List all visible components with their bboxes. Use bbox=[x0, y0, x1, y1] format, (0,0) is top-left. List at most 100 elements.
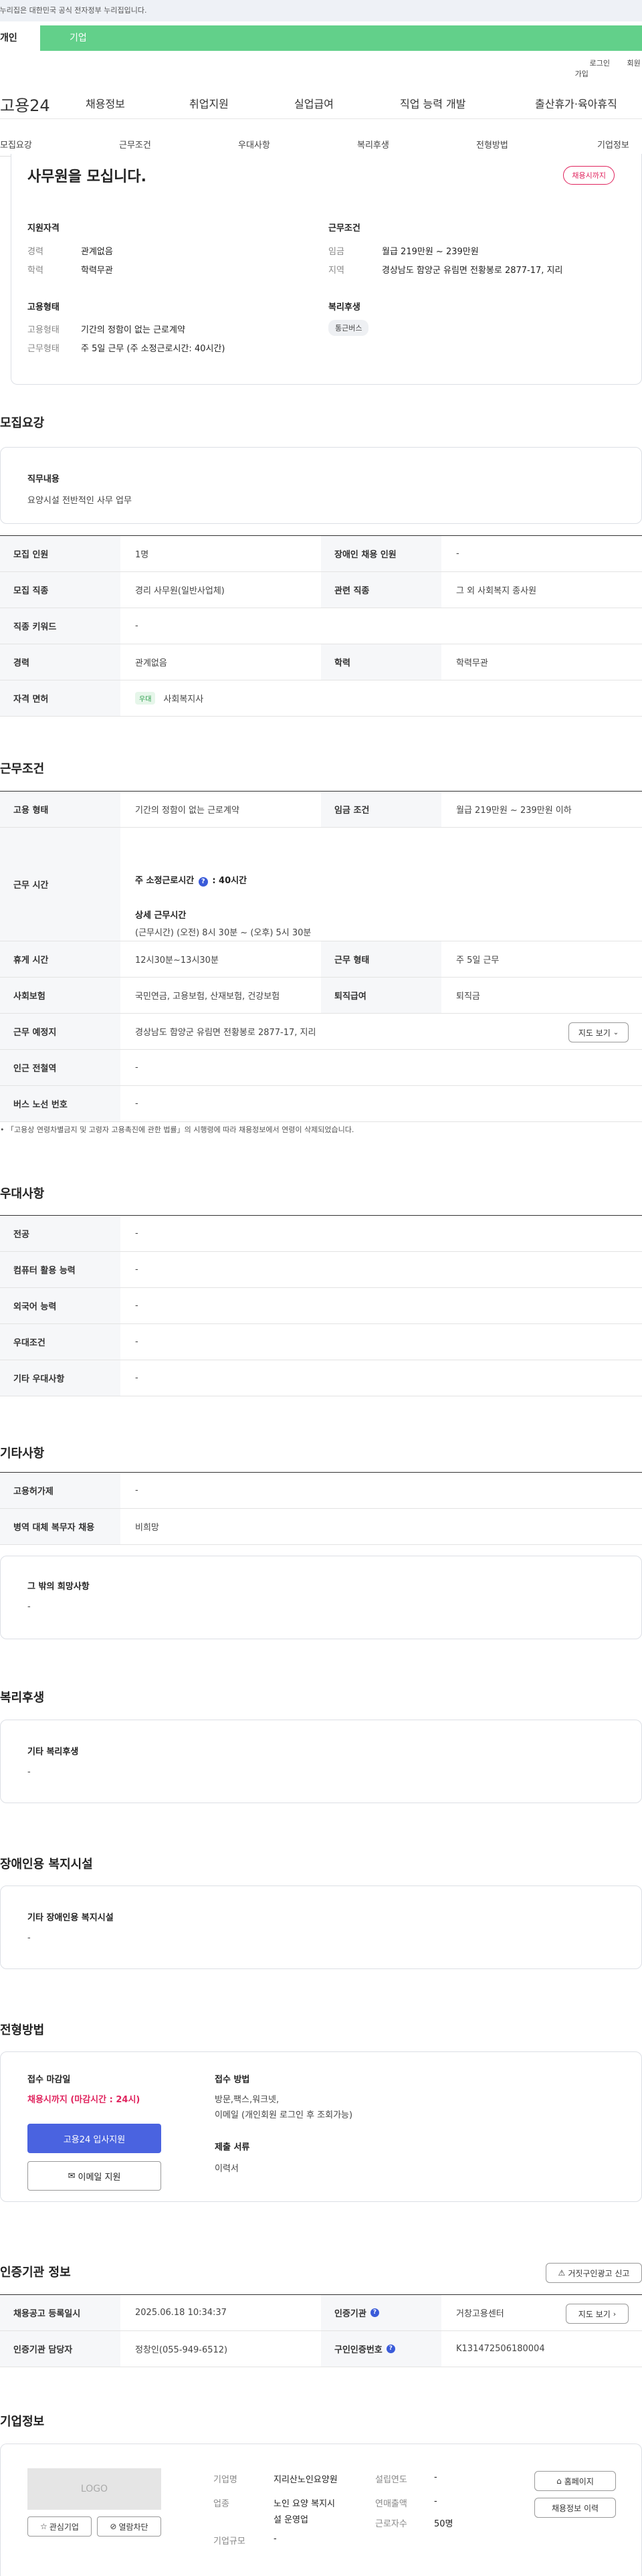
preference-heading: 우대사항 bbox=[0, 1187, 45, 1201]
table-row: 근무 예정지 경상남도 함양군 유림면 전황봉로 2877-17, 지리 지도 … bbox=[0, 1014, 642, 1050]
docs-label: 제출 서류 bbox=[215, 2142, 250, 2152]
recruit-table: 모집 인원 1명 장애인 채용 인원 - 모집 직종 경리 사무원(일반사업체)… bbox=[0, 535, 642, 717]
method-value: 방문,팩스,워크넷, bbox=[215, 2095, 280, 2105]
anchor-process[interactable]: 전형방법 bbox=[476, 138, 508, 151]
block-view-button[interactable]: ⊘ 열람차단 bbox=[97, 2516, 161, 2537]
favorite-company-button[interactable]: ☆ 관심기업 bbox=[27, 2516, 92, 2537]
job-history-button[interactable]: 채용정보 이력 bbox=[534, 2498, 616, 2518]
detail-hours-value: (근무시간) (오전) 8시 30분 ~ (오후) 5시 30분 bbox=[135, 928, 312, 938]
duty-label: 직무내용 bbox=[27, 474, 60, 484]
block-label: 열람차단 bbox=[118, 2522, 148, 2532]
founded-value: - bbox=[434, 2472, 437, 2482]
report-label: 거짓구인광고 신고 bbox=[568, 2268, 630, 2278]
row-value: K131472506180004 bbox=[456, 2344, 545, 2354]
tab-personal[interactable]: 개인 bbox=[0, 25, 40, 51]
nav-jobs[interactable]: 채용정보 bbox=[86, 95, 125, 111]
row-value: 기간의 정함이 없는 근로계약 bbox=[135, 806, 239, 816]
info-icon[interactable]: ? bbox=[198, 877, 208, 887]
table-row: 고용허가제 - bbox=[0, 1473, 642, 1509]
preferred-tag: 우대 bbox=[135, 692, 156, 705]
edu-label: 학력 bbox=[27, 266, 43, 276]
disabled-value: - bbox=[27, 1933, 31, 1943]
license-value: 사회복지사 bbox=[163, 695, 204, 705]
tab-company[interactable]: 기업 bbox=[40, 25, 642, 51]
agency-map-button[interactable]: 지도 보기 › bbox=[566, 2304, 629, 2324]
job-title: 사무원을 모십니다. bbox=[27, 169, 146, 185]
nav-employment-support[interactable]: 취업지원 bbox=[189, 95, 229, 111]
duty-value: 요양시설 전반적인 사무 업무 bbox=[27, 496, 132, 506]
cond-heading: 근무조건 bbox=[328, 223, 360, 234]
region-value: 경상남도 함양군 유림면 전황봉로 2877-17, 지리 bbox=[382, 266, 563, 276]
sales-value: - bbox=[434, 2496, 437, 2506]
company-logo: LOGO bbox=[27, 2468, 161, 2510]
row-value: - bbox=[135, 1373, 138, 1383]
company-heading: 기업정보 bbox=[0, 2415, 45, 2429]
utility-links: 로그인 회원가입 bbox=[575, 58, 642, 79]
welfare-tag: 통근버스 bbox=[328, 320, 369, 336]
row-header: 근무 형태 bbox=[321, 941, 441, 977]
gov-banner-text: 이 누리집은 대한민국 공식 전자정부 누리집입니다. bbox=[0, 6, 147, 15]
welfare-label: 기타 복리후생 bbox=[27, 1747, 79, 1757]
other-wish-card: 그 밖의 희망사항 - bbox=[0, 1556, 642, 1639]
row-header: 병역 대체 복무자 채용 bbox=[0, 1509, 120, 1544]
map-button-label: 지도 보기 bbox=[578, 1028, 611, 1038]
info-icon[interactable]: ? bbox=[386, 2344, 395, 2353]
row-header: 인근 전철역 bbox=[0, 1050, 120, 1085]
table-row: 병역 대체 복무자 채용 비희망 bbox=[0, 1509, 642, 1545]
emp-heading: 고용형태 bbox=[27, 302, 60, 312]
process-heading: 전형방법 bbox=[0, 2023, 45, 2037]
row-value: - bbox=[135, 1265, 138, 1275]
scale-value: - bbox=[274, 2534, 277, 2544]
table-row: 사회보험 국민연금, 고용보험, 산재보험, 건강보험 퇴직급여 퇴직금 bbox=[0, 978, 642, 1014]
login-link[interactable]: 로그인 bbox=[590, 59, 610, 68]
welfare-value: - bbox=[27, 1767, 31, 1777]
disabled-card: 기타 장애인용 복지시설 - bbox=[0, 1885, 642, 1969]
nav-parental-leave[interactable]: 출산휴가·육아휴직 bbox=[535, 95, 617, 111]
weekly-hours-value: : 40시간 bbox=[212, 876, 247, 886]
table-row: 인근 전철역 - bbox=[0, 1050, 642, 1086]
row-value: - bbox=[135, 621, 138, 631]
email-apply-button[interactable]: ✉ 이메일 지원 bbox=[27, 2161, 161, 2191]
row-value: 2025.06.18 10:34:37 bbox=[135, 2308, 227, 2318]
homepage-button[interactable]: ⌂ 홈페이지 bbox=[534, 2471, 616, 2491]
row-value: 국민연금, 고용보험, 산재보험, 건강보험 bbox=[135, 992, 280, 1002]
founded-label: 설립연도 bbox=[375, 2475, 407, 2485]
anchor-preference[interactable]: 우대사항 bbox=[238, 138, 270, 151]
site-logo[interactable]: 고용24 bbox=[0, 92, 50, 116]
deadline-badge: 채용시까지 bbox=[563, 166, 615, 185]
pay-label: 임금 bbox=[328, 247, 344, 257]
anchor-welfare[interactable]: 복리후생 bbox=[357, 138, 389, 151]
anchor-recruit[interactable]: 모집요강 bbox=[0, 138, 32, 151]
map-button[interactable]: 지도 보기 ⌄ bbox=[568, 1022, 629, 1042]
industry-value-2: 설 운영업 bbox=[274, 2515, 308, 2525]
anchor-conditions[interactable]: 근무조건 bbox=[119, 138, 151, 151]
qual-heading: 지원자격 bbox=[27, 223, 60, 234]
row-header: 학력 bbox=[321, 644, 441, 680]
docs-value: 이력서 bbox=[215, 2164, 239, 2174]
sales-label: 연매출액 bbox=[375, 2499, 407, 2509]
nav-training[interactable]: 직업 능력 개발 bbox=[400, 95, 466, 111]
company-card: LOGO ☆ 관심기업 ⊘ 열람차단 기업명 지리산노인요양원 업종 노인 요양 복… bbox=[0, 2444, 642, 2576]
pay-value: 월급 219만원 ~ 239만원 bbox=[382, 247, 479, 257]
career-label: 경력 bbox=[27, 247, 43, 257]
anchor-company[interactable]: 기업정보 bbox=[597, 138, 629, 151]
agency-heading: 인증기관 정보 bbox=[0, 2266, 71, 2280]
row-header: 전공 bbox=[0, 1216, 120, 1251]
agency-table: 채용공고 등록일시 2025.06.18 10:34:37 인증기관? 거창고용… bbox=[0, 2294, 642, 2367]
row-header: 인증기관 담당자 bbox=[0, 2331, 120, 2367]
other-wish-value: - bbox=[27, 1602, 31, 1612]
table-row: 모집 인원 1명 장애인 채용 인원 - bbox=[0, 536, 642, 572]
age-note: • 「고용상 연령차별금지 및 고령자 고용촉진에 관한 법률」의 시행령에 따… bbox=[0, 1125, 354, 1134]
apply-button[interactable]: 고용24 입사지원 bbox=[27, 2124, 161, 2153]
row-value: 우대 사회복지사 bbox=[135, 680, 203, 716]
job-summary-card: 사무원을 모십니다. 채용시까지 지원자격 경력 관계없음 학력 학력무관 근무… bbox=[11, 154, 642, 385]
report-false-ad-button[interactable]: ⚠ 거짓구인광고 신고 bbox=[546, 2263, 642, 2283]
row-value: - bbox=[135, 1099, 138, 1109]
nav-unemployment[interactable]: 실업급여 bbox=[294, 95, 334, 111]
home-icon: ⌂ bbox=[556, 2476, 562, 2486]
welfare-card: 기타 복리후생 - bbox=[0, 1720, 642, 1803]
table-row: 고용 형태 기간의 정함이 없는 근로계약 임금 조건 월급 219만원 ~ 2… bbox=[0, 792, 642, 828]
info-icon[interactable]: ? bbox=[370, 2308, 379, 2317]
chevron-right-icon: › bbox=[613, 2309, 617, 2318]
row-header: 관련 직종 bbox=[321, 572, 441, 608]
